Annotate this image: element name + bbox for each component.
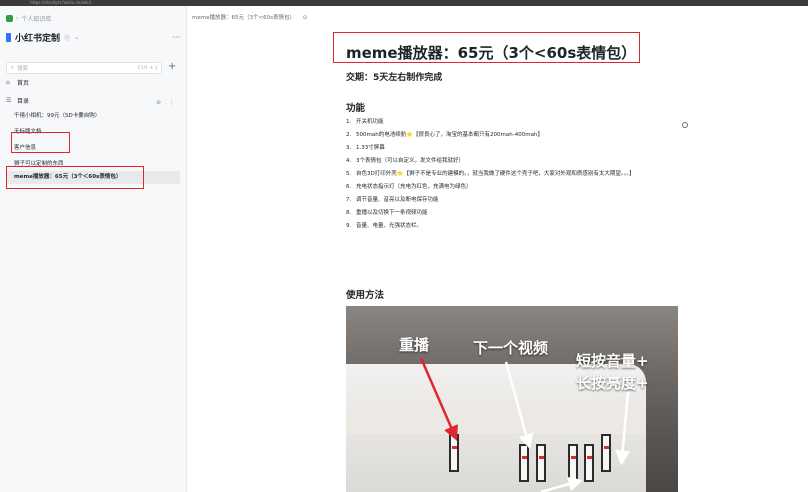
arrow-replay [419,357,458,441]
usage-heading: 使用方法 [346,290,385,301]
page-header-path: meme播放器：65元（3个<60s表情包） [192,15,295,21]
search-input[interactable]: ⌕ 搜索 Ctrl + J [6,62,162,74]
annotation-arrows [419,357,631,492]
nav-directory-label: 目录 [17,98,30,105]
nav-home-label: 首页 [17,80,30,87]
home-icon: ⌂ [6,79,10,86]
directory-tools[interactable]: ⊕ ⋮ [156,99,178,106]
highlight-box [6,166,144,189]
usage-photo: 重播 下一个视频 短按音量+ 长按亮度+ [346,306,678,492]
features-list: 1. 开关机功能 2. 500mah的电池续航⭐【很良心了，淘宝的基本都只有200m… [346,118,686,235]
breadcrumb[interactable]: › 个人知识库 [6,14,51,23]
info-icon[interactable]: ⓢ [64,33,70,42]
space-header[interactable]: 小红书定制 ⓢ ⌄ ··· [6,30,180,44]
list-item: 4. 3个表情包（可以自定义，发文件给我就好） [346,158,465,164]
nav-directory[interactable]: ☰ 目录 [6,96,29,105]
arrow-volume [615,391,631,466]
list-item: 3. 1.33寸屏幕 [346,145,385,151]
features-heading: 功能 [346,103,366,114]
app-logo-icon [6,15,13,22]
highlight-box [11,132,70,153]
arrow-next [504,361,534,450]
comment-icon[interactable] [682,122,688,128]
search-placeholder: 搜索 [17,66,29,72]
space-title: 小红书定制 [15,33,61,44]
book-icon [6,32,11,42]
list-icon: ☰ [6,97,12,104]
add-button[interactable]: + [168,61,176,72]
list-item: 5. 自色3D打印外壳⭐【狮子不是专业的建模的。，就当我做了硬件这个壳子吧，大家对… [346,171,635,177]
breadcrumb-label: 个人知识库 [21,16,52,23]
list-item: 2. 500mah的电池续航⭐【很良心了，淘宝的基本都只有200mah-400ma… [346,132,543,138]
list-item: 1. 开关机功能 [346,119,384,125]
arrow-bottom [540,476,584,492]
doc-item[interactable]: 千禧小相机：99元（SD卡要自购） [14,111,100,119]
page-header: meme播放器：65元（3个<60s表情包） ⊙ [192,13,307,21]
sidebar: › 个人知识库 小红书定制 ⓢ ⌄ ··· ⌕ 搜索 Ctrl + J + ⌂ … [0,6,187,492]
chevron-down-icon[interactable]: ⌄ [74,34,79,41]
search-shortcut: Ctrl + J [137,65,157,71]
list-item: 9. 音量、电量、光强状态栏。 [346,223,423,229]
search-icon: ⌕ [11,64,15,71]
list-item: 7. 调节音量、音亮以及断电保存功能 [346,197,439,203]
nav-home[interactable]: ⌂ 首页 [6,78,29,87]
more-icon[interactable]: ··· [172,33,180,42]
chevron-right-icon: › [16,15,19,22]
delivery-text: 交期：5天左右制作完成 [346,73,443,83]
list-item: 8. 重播以及切换下一条视频功能 [346,210,428,216]
page-title: meme播放器：65元（3个<60s表情包） [346,44,637,62]
list-item: 6. 充电状态指示灯（充电为红色，充满电为绿色） [346,184,472,190]
sync-icon[interactable]: ⊙ [303,15,308,21]
